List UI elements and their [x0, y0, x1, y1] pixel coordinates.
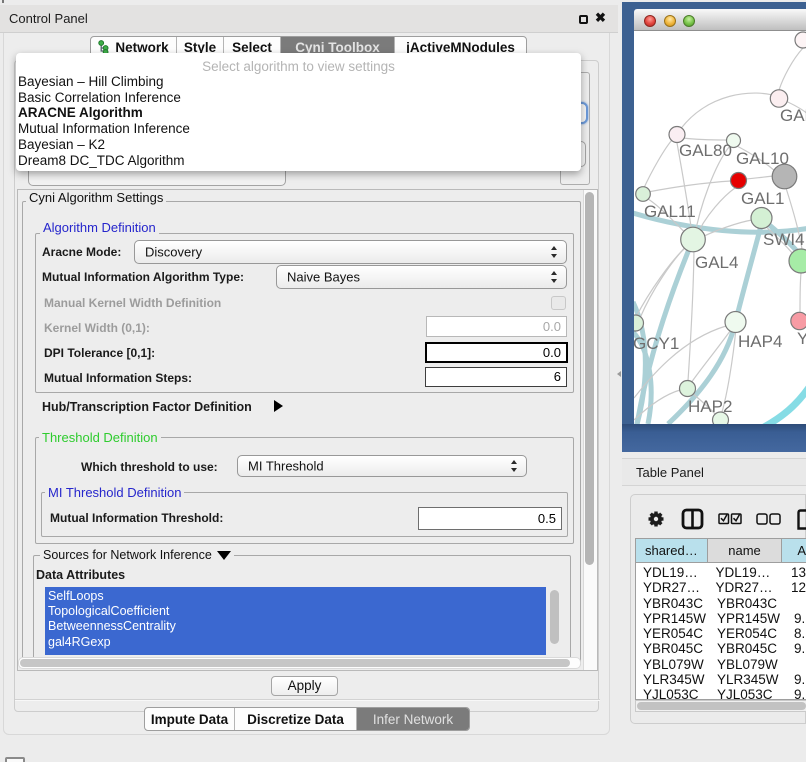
svg-text:Y: Y — [797, 329, 806, 348]
svg-text:GCY1: GCY1 — [634, 334, 679, 353]
svg-text:GAL4: GAL4 — [695, 253, 738, 272]
svg-text:HAP2: HAP2 — [688, 397, 732, 416]
svg-text:GAL: GAL — [780, 106, 806, 125]
svg-text:GAL10: GAL10 — [736, 149, 789, 168]
svg-text:SWI4: SWI4 — [763, 230, 805, 249]
svg-text:GAL1: GAL1 — [741, 189, 784, 208]
svg-text:HAP4: HAP4 — [738, 332, 782, 351]
svg-text:GAL80: GAL80 — [679, 141, 732, 160]
svg-text:GAL11: GAL11 — [644, 202, 696, 221]
